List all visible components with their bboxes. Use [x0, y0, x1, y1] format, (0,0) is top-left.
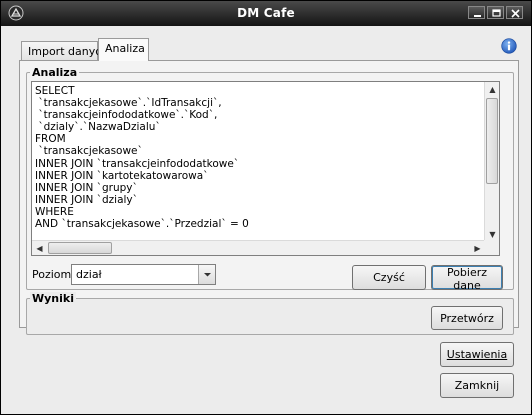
sql-line: WHERE — [35, 205, 74, 218]
close-icon — [511, 9, 520, 18]
dm-cafe-window: DM Cafe Import danych Analiza Analiza SE… — [0, 0, 532, 415]
sql-line: `dzialy`.`NazwaDzialu` — [35, 121, 161, 134]
zamknij-button[interactable]: Zamknij — [440, 373, 514, 398]
tab-import-danych[interactable]: Import danych — [21, 41, 108, 61]
przetworz-button[interactable]: Przetwórz — [431, 306, 503, 330]
title-bar[interactable]: DM Cafe — [1, 1, 531, 26]
poziom-select[interactable]: dział — [71, 264, 216, 285]
scroll-right-arrow-icon[interactable]: ▶ — [470, 241, 485, 255]
chevron-down-icon — [204, 273, 211, 277]
vertical-scroll-thumb[interactable] — [486, 98, 498, 184]
zamknij-label: Zamknij — [454, 379, 500, 392]
sql-line: `transakcjekasowe`.`IdTransakcji`, — [35, 97, 222, 110]
sql-line: INNER JOIN `dzialy` — [35, 193, 138, 206]
sql-query-editor[interactable]: SELECT `transakcjekasowe`.`IdTransakcji`… — [31, 81, 500, 256]
sql-line: `transakcjekasowe` — [35, 145, 143, 158]
close-button[interactable] — [506, 6, 523, 19]
poziom-select-value: dział — [76, 268, 102, 281]
info-icon[interactable] — [501, 38, 517, 54]
sql-query-text[interactable]: SELECT `transakcjekasowe`.`IdTransakcji`… — [35, 85, 483, 230]
sql-line: SELECT — [35, 85, 75, 97]
ustawienia-button[interactable]: Ustawienia — [440, 342, 514, 367]
tab-label: Analiza — [105, 42, 145, 55]
scroll-up-arrow-icon[interactable]: ▲ — [485, 82, 499, 97]
wyniki-group-title: Wyniki — [30, 292, 76, 305]
minimize-icon — [474, 15, 481, 17]
scroll-left-arrow-icon[interactable]: ◀ — [32, 241, 47, 255]
sql-line: FROM — [35, 133, 66, 146]
poziom-label: Poziom: — [32, 268, 75, 281]
ustawienia-label: Ustawienia — [446, 348, 508, 361]
tab-label: Import danych — [28, 45, 109, 58]
vertical-scrollbar[interactable]: ▲ ▼ — [484, 82, 499, 242]
pobierz-dane-button[interactable]: Pobierz dane — [431, 265, 503, 292]
czysc-button[interactable]: Czyść — [352, 265, 426, 290]
maximize-icon — [492, 9, 501, 17]
analiza-group-title: Analiza — [30, 66, 80, 79]
maximize-button[interactable] — [487, 6, 504, 19]
sql-line: INNER JOIN `transakcjeinfododatkowe` — [35, 157, 240, 170]
sql-line: `transakcjeinfododatkowe`.`Kod`, — [35, 109, 218, 122]
horizontal-scrollbar[interactable]: ◀ ▶ — [32, 240, 485, 255]
minimize-button[interactable] — [468, 6, 485, 19]
horizontal-scroll-thumb[interactable] — [48, 242, 112, 254]
poziom-dropdown-button[interactable] — [198, 265, 215, 284]
tab-analiza[interactable]: Analiza — [98, 38, 149, 61]
sql-line: AND `transakcjekasowe`.`Przedzial` = 0 — [35, 218, 249, 231]
scrollbar-corner — [484, 240, 499, 255]
window-title: DM Cafe — [237, 6, 295, 20]
sql-line: INNER JOIN `kartotekatowarowa` — [35, 169, 209, 182]
sql-line: INNER JOIN `grupy` — [35, 181, 138, 194]
